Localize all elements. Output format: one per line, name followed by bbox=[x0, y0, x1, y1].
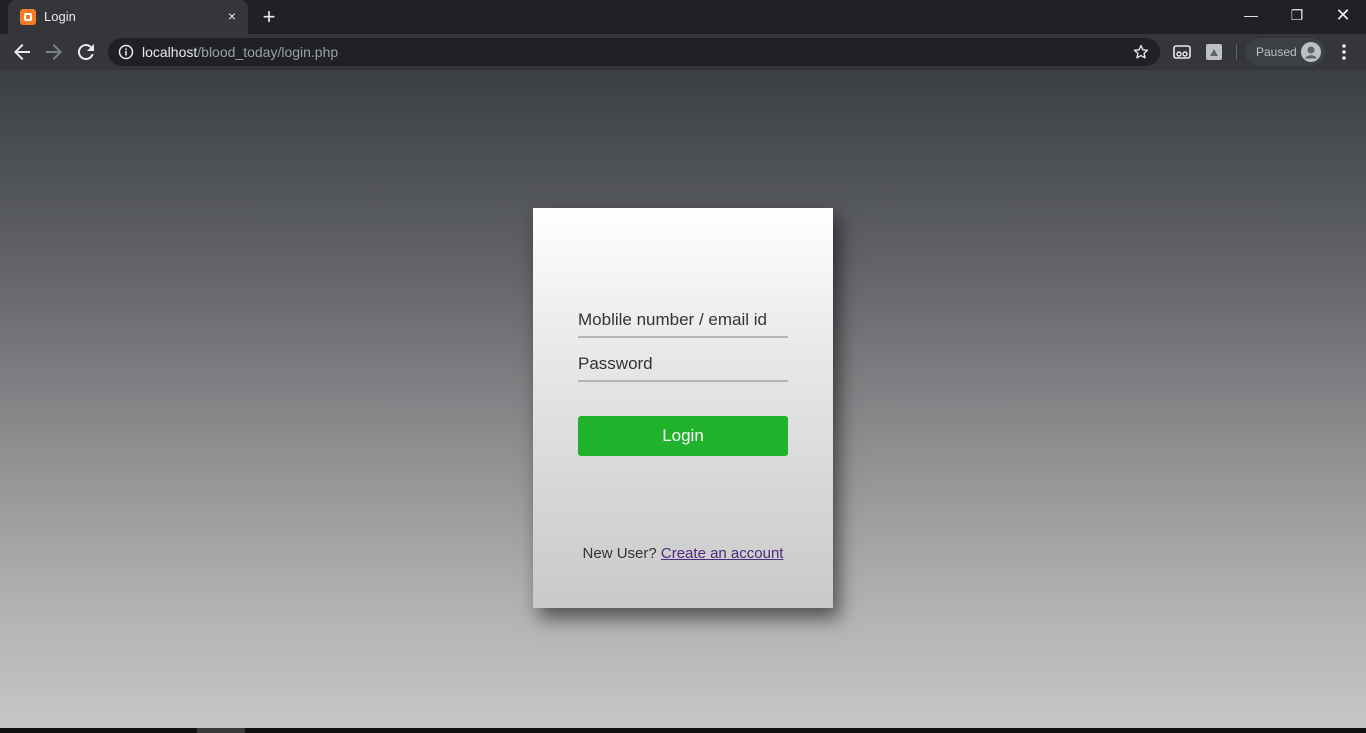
new-user-text: New User? bbox=[582, 545, 661, 562]
password-input[interactable] bbox=[578, 348, 788, 380]
toolbar-divider bbox=[1236, 44, 1237, 60]
taskbar-active-item[interactable] bbox=[197, 728, 245, 733]
tab-close-icon[interactable]: × bbox=[224, 8, 240, 24]
avatar-icon bbox=[1301, 42, 1321, 62]
create-account-link[interactable]: Create an account bbox=[661, 545, 784, 562]
close-window-icon[interactable]: ✕ bbox=[1320, 0, 1366, 30]
forward-arrow-icon[interactable] bbox=[42, 40, 66, 64]
profile-status: Paused bbox=[1256, 45, 1297, 59]
more-menu-icon[interactable] bbox=[1336, 42, 1352, 62]
back-arrow-icon[interactable] bbox=[10, 40, 34, 64]
url-path: /blood_today/login.php bbox=[197, 44, 339, 60]
url-text: localhost/blood_today/login.php bbox=[142, 44, 338, 60]
xampp-favicon-icon bbox=[20, 9, 36, 25]
restore-icon[interactable]: ❐ bbox=[1274, 0, 1320, 30]
minimize-icon[interactable]: — bbox=[1228, 0, 1274, 30]
new-tab-icon[interactable]: + bbox=[258, 6, 280, 28]
site-info-icon[interactable] bbox=[118, 44, 134, 60]
browser-toolbar: localhost/blood_today/login.php bbox=[0, 34, 1366, 70]
taskbar bbox=[0, 728, 1366, 733]
bookmark-star-icon[interactable] bbox=[1132, 43, 1150, 61]
profile-button[interactable]: Paused bbox=[1245, 38, 1325, 66]
reload-icon[interactable] bbox=[74, 40, 98, 64]
login-button[interactable]: Login bbox=[578, 416, 788, 456]
page-background: Login New User? Create an account bbox=[0, 70, 1366, 728]
login-card: Login New User? Create an account bbox=[533, 208, 833, 608]
address-bar[interactable]: localhost/blood_today/login.php bbox=[108, 38, 1160, 66]
extension-puzzle-icon[interactable] bbox=[1204, 42, 1224, 62]
extension-icon[interactable] bbox=[1172, 42, 1192, 62]
email-input[interactable] bbox=[578, 304, 788, 336]
signup-prompt: New User? Create an account bbox=[533, 545, 833, 562]
email-field-wrapper bbox=[578, 304, 788, 338]
url-host: localhost bbox=[142, 44, 198, 60]
tab-title: Login bbox=[44, 9, 76, 24]
tab-strip: Login × + — ❐ ✕ bbox=[0, 0, 1366, 34]
tab-login[interactable]: Login × bbox=[8, 0, 248, 34]
password-field-wrapper bbox=[578, 348, 788, 382]
